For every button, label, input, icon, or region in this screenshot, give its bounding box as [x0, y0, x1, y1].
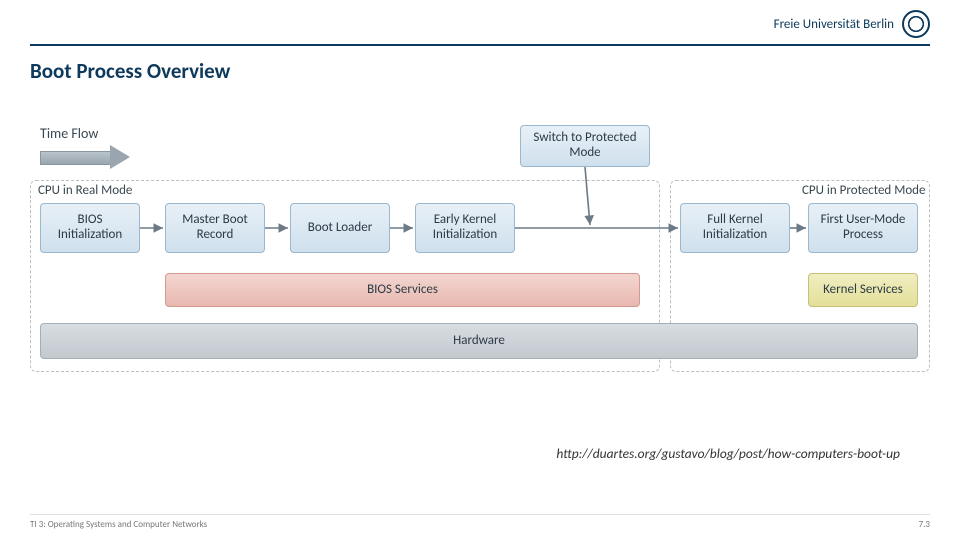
- slide-root: Freie Universität Berlin Boot Process Ov…: [0, 0, 960, 540]
- stage-boot-loader: Boot Loader: [290, 203, 390, 253]
- time-flow-arrow-icon: [40, 145, 130, 169]
- source-url: http://duartes.org/gustavo/blog/post/how…: [556, 445, 900, 462]
- header-rule: [30, 44, 930, 46]
- stage-first-user: First User-Mode Process: [808, 203, 918, 253]
- time-flow-label: Time Flow: [40, 125, 98, 142]
- layer-text: BIOS Services: [367, 283, 438, 298]
- slide-footer: TI 3: Operating Systems and Computer Net…: [30, 514, 930, 530]
- boot-diagram: Time Flow Switch to Protected Mode CPU i…: [30, 125, 930, 375]
- footer-right: 7.3: [919, 519, 930, 530]
- seal-icon: [902, 10, 930, 38]
- stage-bios-init: BIOS Initialization: [40, 203, 140, 253]
- layer-hardware: Hardware: [40, 323, 918, 359]
- real-mode-label: CPU in Real Mode: [38, 183, 132, 198]
- layer-bios-services: BIOS Services: [165, 273, 640, 307]
- stage-full-kernel: Full Kernel Initialization: [680, 203, 790, 253]
- stage-text: Master Boot Record: [172, 213, 258, 243]
- brand-logo: Freie Universität Berlin: [774, 10, 930, 38]
- stage-text: BIOS Initialization: [47, 213, 133, 243]
- footer-left: TI 3: Operating Systems and Computer Net…: [30, 519, 207, 530]
- stage-mbr: Master Boot Record: [165, 203, 265, 253]
- switch-protected-text: Switch to Protected Mode: [527, 131, 643, 161]
- stage-text: Full Kernel Initialization: [687, 213, 783, 243]
- stage-early-kernel: Early Kernel Initialization: [415, 203, 515, 253]
- layer-kernel-services: Kernel Services: [808, 273, 918, 307]
- stage-text: First User-Mode Process: [815, 213, 911, 243]
- stage-text: Boot Loader: [308, 221, 372, 236]
- protected-mode-label: CPU in Protected Mode: [802, 183, 925, 198]
- brand-name: Freie Universität Berlin: [774, 17, 894, 32]
- page-title: Boot Process Overview: [30, 58, 230, 84]
- stage-text: Early Kernel Initialization: [422, 213, 508, 243]
- switch-protected-box: Switch to Protected Mode: [520, 125, 650, 167]
- layer-text: Kernel Services: [823, 283, 903, 298]
- layer-text: Hardware: [453, 334, 505, 349]
